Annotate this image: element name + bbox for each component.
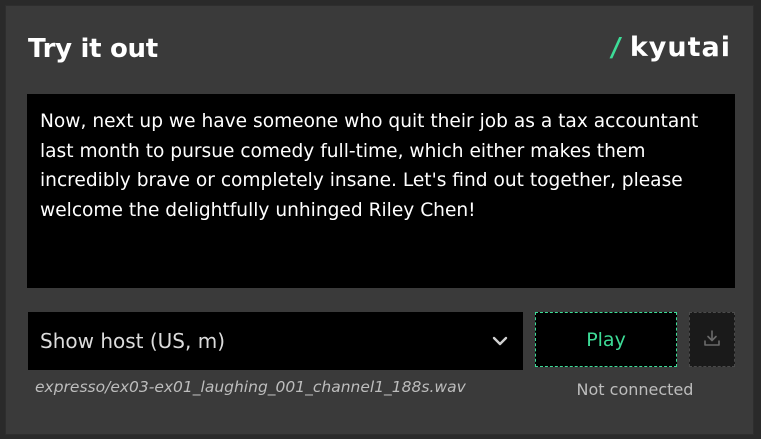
download-button[interactable] (689, 312, 735, 367)
try-it-out-panel: Try it out / kyutai Now, next up we have… (5, 5, 754, 435)
play-button[interactable]: Play (535, 312, 677, 367)
download-icon (702, 328, 722, 352)
page-title: Try it out (28, 34, 158, 64)
text-input[interactable]: Now, next up we have someone who quit th… (27, 94, 735, 288)
connection-status: Not connected (576, 380, 694, 399)
kyutai-logo: / kyutai (609, 32, 731, 63)
voice-select-value: Show host (US, m) (40, 329, 225, 353)
audio-file-name: expresso/ex03-ex01_laughing_001_channel1… (35, 378, 466, 396)
chevron-down-icon (489, 330, 511, 352)
logo-text: kyutai (629, 32, 731, 63)
voice-select[interactable]: Show host (US, m) (28, 312, 523, 370)
logo-slash: / (609, 33, 623, 63)
